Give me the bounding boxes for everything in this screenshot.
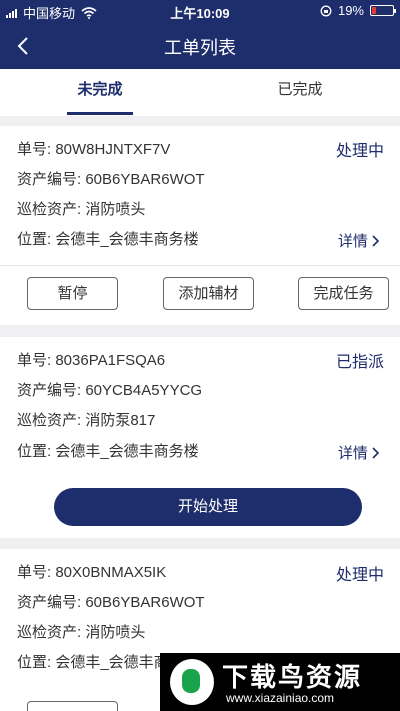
battery-percent: 19%: [337, 3, 364, 18]
battery-icon: [370, 5, 396, 16]
logo-icon: [170, 659, 214, 705]
location-row: 位置: 会德丰_会德丰商务楼: [17, 231, 199, 248]
order-number-row: 单号: 8036PA1FSQA6: [17, 352, 166, 369]
asset-code-row: 资产编号: 60YCB4A5YYCG: [17, 382, 203, 399]
chevron-right-icon: [372, 235, 380, 247]
status-badge: 处理中: [335, 143, 384, 160]
status-badge: 处理中: [335, 567, 384, 584]
add-material-button[interactable]: 添加辅材: [163, 277, 254, 310]
order-card: 单号: 8036PA1FSQA6 已指派 资产编号: 60YCB4A5YYCG …: [0, 337, 400, 538]
pause-button[interactable]: 暂停: [27, 277, 118, 310]
tab-completed[interactable]: 已完成: [200, 69, 400, 116]
asset-row: 巡检资产: 消防泵817: [17, 412, 156, 429]
asset-row: 巡检资产: 消防喷头: [17, 201, 146, 218]
chevron-right-icon: [372, 447, 380, 459]
complete-task-button[interactable]: 完成任务: [298, 277, 389, 310]
order-card: 单号: 80W8HJNTXF7V 处理中 资产编号: 60B6YBAR6WOT …: [0, 126, 400, 325]
watermark: 下载鸟资源 www.xiazainiao.com: [160, 653, 400, 711]
asset-code-row: 资产编号: 60B6YBAR6WOT: [17, 171, 205, 188]
start-processing-button[interactable]: 开始处理: [54, 488, 362, 526]
pause-button[interactable]: [27, 701, 118, 711]
detail-link[interactable]: 详情: [338, 442, 380, 463]
orientation-lock-icon: [320, 5, 332, 16]
page-title: 工单列表: [164, 38, 236, 58]
watermark-url: www.xiazainiao.com: [226, 691, 335, 705]
status-badge: 已指派: [335, 354, 384, 371]
order-number-row: 单号: 80X0BNMAX5IK: [17, 564, 167, 581]
tab-incomplete[interactable]: 未完成: [0, 69, 200, 116]
location-row: 位置: 会德丰_会德丰商务楼: [17, 443, 199, 460]
detail-link[interactable]: 详情: [338, 230, 380, 251]
asset-row: 巡检资产: 消防喷头: [17, 624, 146, 641]
active-tab-indicator: [67, 112, 133, 115]
order-number-row: 单号: 80W8HJNTXF7V: [17, 141, 171, 158]
status-bar: 中国移动 上午10:09 19%: [0, 0, 400, 22]
asset-code-row: 资产编号: 60B6YBAR6WOT: [17, 594, 205, 611]
divider: [0, 265, 400, 266]
watermark-title: 下载鸟资源: [222, 662, 363, 692]
tab-bar: 未完成 已完成: [0, 69, 400, 116]
header: 中国移动 上午10:09 19% 工单列表: [0, 0, 400, 69]
